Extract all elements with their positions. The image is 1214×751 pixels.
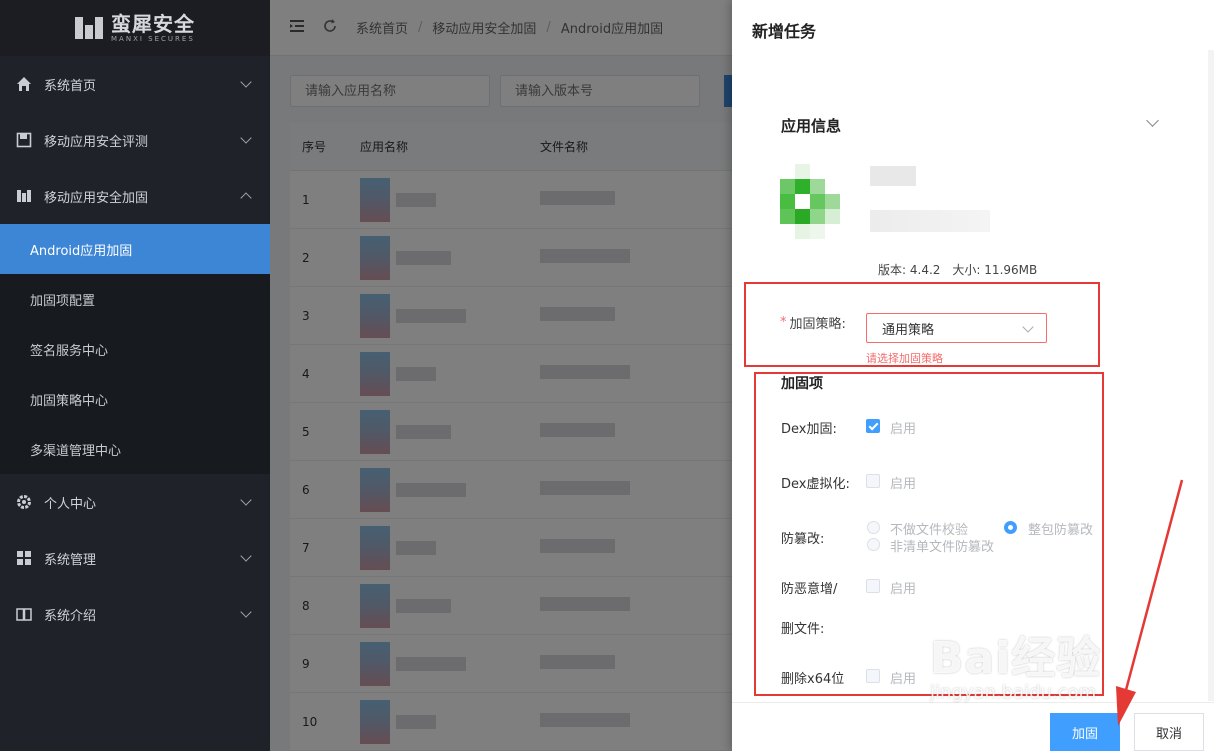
sidebar-item-hardening-config[interactable]: 加固项配置 bbox=[0, 274, 270, 324]
malicious-file-label-2: 删文件: bbox=[781, 622, 825, 637]
radio-whole-package[interactable] bbox=[1004, 521, 1017, 534]
remove-x64-checkbox-label: 启用 bbox=[890, 672, 917, 687]
logo-text: 蛮犀安全 bbox=[111, 11, 195, 36]
strategy-row: * 加固策略: bbox=[780, 313, 846, 332]
book-icon bbox=[16, 606, 32, 622]
sidebar-item-label: 系统介绍 bbox=[44, 608, 97, 624]
sidebar-item-label: 移动应用安全加固 bbox=[44, 190, 149, 206]
logo: 蛮犀安全 MANXI SECURES bbox=[0, 0, 270, 56]
sidebar-item-strategy-center[interactable]: 加固策略中心 bbox=[0, 374, 270, 424]
size-label: 大小: bbox=[952, 263, 981, 277]
dex-virtual-label: Dex虚拟化: bbox=[781, 477, 850, 492]
size-value: 11.96MB bbox=[984, 263, 1038, 277]
tamper-label: 防篡改: bbox=[781, 532, 825, 547]
sidebar-item-personal[interactable]: 个人中心 bbox=[0, 474, 270, 530]
sidebar-item-intro[interactable]: 系统介绍 bbox=[0, 586, 270, 642]
drawer-title: 新增任务 bbox=[752, 22, 817, 41]
logo-subtext: MANXI SECURES bbox=[111, 34, 195, 43]
chevron-down-icon[interactable] bbox=[1146, 114, 1159, 127]
remove-x64-label: 删除x64位 bbox=[781, 672, 845, 687]
sidebar-item-home[interactable]: 系统首页 bbox=[0, 56, 270, 112]
strategy-select[interactable]: 通用策略 bbox=[866, 313, 1047, 343]
strategy-select-value: 通用策略 bbox=[882, 322, 935, 338]
submenu: Android应用加固 加固项配置 签名服务中心 加固策略中心 多渠道管理中心 bbox=[0, 224, 270, 474]
strategy-label: 加固策略: bbox=[789, 317, 846, 332]
strategy-error: 请选择加固策略 bbox=[866, 352, 943, 365]
harden-button[interactable]: 加固 bbox=[1050, 713, 1120, 751]
logo-mark-icon bbox=[75, 17, 103, 39]
sidebar-item-label: 个人中心 bbox=[44, 496, 97, 512]
app-name-redacted bbox=[870, 166, 916, 186]
radio-whole-package-label: 整包防篡改 bbox=[1028, 523, 1094, 538]
sidebar-item-assessment[interactable]: 移动应用安全评测 bbox=[0, 112, 270, 168]
sidebar-item-hardening[interactable]: 移动应用安全加固 bbox=[0, 168, 270, 224]
chevron-down-icon bbox=[1022, 321, 1034, 333]
malicious-file-checkbox[interactable] bbox=[866, 579, 880, 593]
sidebar-item-android-hardening[interactable]: Android应用加固 bbox=[0, 224, 270, 274]
radio-non-manifest[interactable] bbox=[867, 538, 880, 551]
dex-virtual-checkbox[interactable] bbox=[866, 474, 880, 488]
sidebar-item-channel-center[interactable]: 多渠道管理中心 bbox=[0, 424, 270, 474]
chart-icon bbox=[16, 188, 32, 204]
home-icon bbox=[16, 76, 32, 92]
new-task-drawer: 新增任务 应用信息 版本: 4.4.2 大小: 11.96MB * 加固策略: … bbox=[732, 0, 1214, 751]
malicious-file-label: 防恶意增/ bbox=[781, 582, 838, 597]
chevron-down-icon bbox=[240, 494, 252, 506]
gear-icon bbox=[16, 494, 32, 510]
app-icon bbox=[780, 164, 840, 240]
options-title: 加固项 bbox=[781, 376, 823, 392]
malicious-file-checkbox-label: 启用 bbox=[890, 582, 917, 597]
version-label: 版本: bbox=[878, 263, 907, 277]
cancel-button[interactable]: 取消 bbox=[1134, 713, 1204, 751]
dex-checkbox[interactable] bbox=[866, 419, 880, 433]
dex-checkbox-label: 启用 bbox=[890, 422, 917, 437]
sidebar: 蛮犀安全 MANXI SECURES 系统首页 移动应用安全评测 移动应用安全加… bbox=[0, 0, 270, 751]
remove-x64-checkbox[interactable] bbox=[866, 669, 880, 683]
sidebar-item-system-admin[interactable]: 系统管理 bbox=[0, 530, 270, 586]
sidebar-item-signing-center[interactable]: 签名服务中心 bbox=[0, 324, 270, 374]
radio-non-manifest-label: 非清单文件防篡改 bbox=[890, 540, 995, 555]
dex-label: Dex加固: bbox=[781, 422, 837, 437]
chevron-down-icon bbox=[240, 132, 252, 144]
save-icon bbox=[16, 132, 32, 148]
app-info-title: 应用信息 bbox=[781, 117, 842, 135]
chevron-down-icon bbox=[240, 76, 252, 88]
version-value: 4.4.2 bbox=[909, 263, 941, 277]
sidebar-item-label: 系统管理 bbox=[44, 552, 97, 568]
chevron-down-icon bbox=[240, 606, 252, 618]
dex-virtual-checkbox-label: 启用 bbox=[890, 477, 917, 492]
sidebar-item-label: 移动应用安全评测 bbox=[44, 134, 149, 150]
scrollbar[interactable] bbox=[1208, 50, 1214, 701]
grid-icon bbox=[16, 550, 32, 566]
radio-no-check[interactable] bbox=[867, 521, 880, 534]
app-package-redacted bbox=[870, 210, 990, 232]
required-mark: * bbox=[780, 315, 787, 330]
sidebar-item-label: 系统首页 bbox=[44, 78, 97, 94]
chevron-down-icon bbox=[240, 550, 252, 562]
chevron-up-icon bbox=[240, 192, 252, 204]
app-meta: 版本: 4.4.2 大小: 11.96MB bbox=[878, 261, 1037, 278]
